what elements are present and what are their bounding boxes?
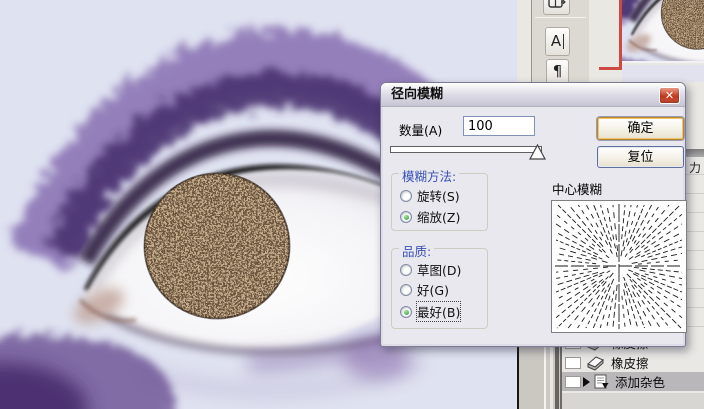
ok-button[interactable]: 确定 [597,117,684,140]
blur-method-group: 模糊方法: 旋转(S) 缩放(Z) [391,166,488,231]
blur-method-label: 模糊方法: [399,166,460,185]
history-row-add-noise[interactable]: 添加杂色 [562,372,704,391]
panel-edge-light [550,347,553,409]
photoshop-window: A ¶ 力 橡皮擦 橡 [0,0,704,409]
amount-label: 数量(A) [399,123,443,138]
radio-zoom[interactable]: 缩放(Z) [400,207,460,226]
history-state-icon [594,374,609,389]
navigator-preview[interactable] [622,0,704,63]
window-gutter [519,347,560,409]
blur-center-label: 中心模糊 [552,182,603,197]
history-brush-well[interactable] [565,356,581,369]
radial-rays-graphic [555,204,683,329]
palette-well-button[interactable] [543,0,570,15]
dialog-title: 径向模糊 [391,87,444,102]
radio-best[interactable]: 最好(B) [400,301,462,322]
radio-spin[interactable]: 旋转(S) [400,186,460,205]
dialog-title-bar[interactable]: 径向模糊 [381,83,685,107]
close-button[interactable]: ✕ [659,87,680,104]
radial-blur-dialog: 径向模糊 ✕ 数量(A) 确定 复位 模糊方法: 旋转(S) 缩放(Z) [380,82,687,347]
slider-track[interactable] [390,146,542,153]
amount-slider[interactable] [390,143,548,161]
character-panel-icon: A [550,32,562,50]
amount-input[interactable] [463,116,535,136]
blur-center-preview[interactable] [551,200,687,333]
radio-icon[interactable] [400,263,412,276]
eraser-icon [585,354,605,371]
navigator-margin [622,65,704,82]
radio-icon[interactable] [400,189,412,202]
radio-selected-icon[interactable] [400,210,412,223]
navigator-eye-thumbnail [622,0,704,63]
reset-button[interactable]: 复位 [597,146,684,168]
palette-well-icon [547,0,566,8]
type-palette-strip: A ¶ [531,0,589,84]
strip-divider [535,17,586,18]
paragraph-panel-button[interactable]: ¶ [546,59,569,84]
radio-draft[interactable]: 草图(D) [400,260,461,279]
text-cursor-line [563,34,565,49]
quality-group: 品质: 草图(D) 好(G) 最好(B) [391,241,488,329]
proxy-view-border-horizontal [599,67,622,70]
radio-icon[interactable] [400,283,412,296]
slider-thumb[interactable] [528,143,547,164]
close-icon: ✕ [664,89,675,102]
quality-label: 品质: [399,241,435,260]
history-row-eraser[interactable]: 橡皮擦 [562,353,704,372]
history-brush-well[interactable] [565,375,581,388]
current-state-triangle-icon [583,376,590,387]
paragraph-panel-icon: ¶ [552,62,563,80]
history-row-label: 添加杂色 [615,375,666,390]
history-row-label: 橡皮擦 [611,356,649,371]
history-panel-footer [562,393,704,409]
panel-edge-shadow [555,347,559,409]
radio-good[interactable]: 好(G) [400,280,449,299]
character-panel-button[interactable]: A [545,27,570,56]
proxy-view-border-vertical [619,0,622,70]
radio-selected-icon[interactable] [400,305,412,318]
panel-edge-highlight [544,347,546,409]
